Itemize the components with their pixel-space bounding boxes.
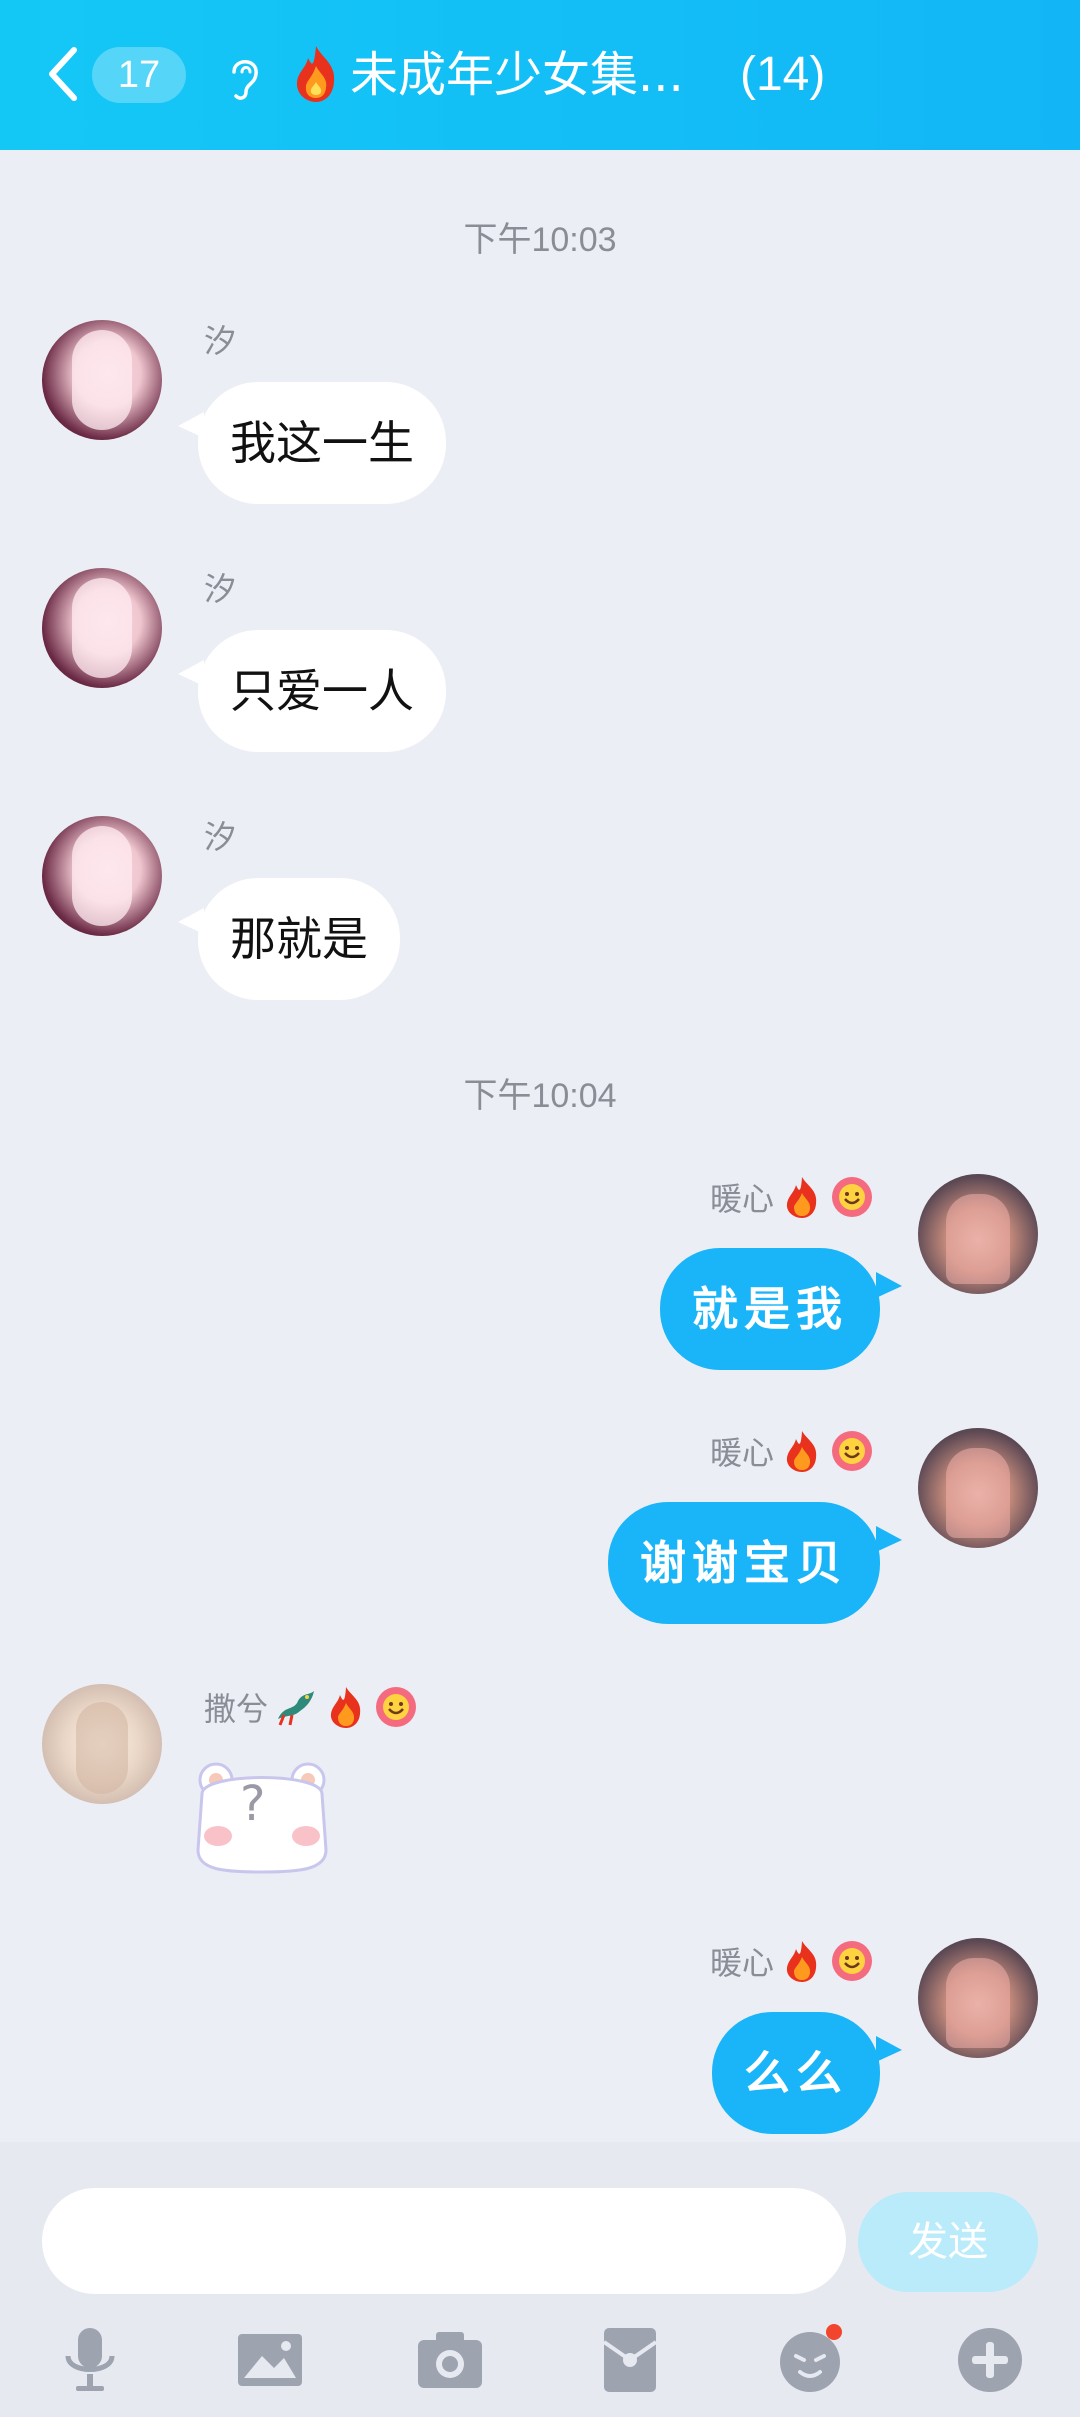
bubble-tail: [876, 2036, 902, 2062]
unread-count-badge[interactable]: 17: [92, 47, 186, 103]
sticker-text: ?: [240, 1776, 266, 1832]
sticker-message[interactable]: ?: [188, 1754, 336, 1876]
sender-name: 汐: [204, 818, 237, 856]
chat-message-list[interactable]: 下午10:03 汐 我这一生 汐 只爱一人 汐 那就是 下午10:04 暖心 就…: [0, 150, 1080, 2142]
chevron-left-icon[interactable]: [44, 44, 84, 104]
notification-dot: [826, 2324, 842, 2340]
message-bubble[interactable]: 那就是: [198, 878, 400, 1000]
sender-name: 暖心: [709, 1434, 774, 1472]
avatar[interactable]: [42, 1684, 162, 1804]
bubble-tail: [876, 1526, 902, 1552]
send-button[interactable]: 发送: [858, 2192, 1038, 2292]
fire-icon: [330, 1687, 361, 1728]
member-count: (14): [740, 48, 826, 101]
input-toolbar: [0, 2310, 1080, 2410]
sender-name-row: 暖心: [710, 1938, 874, 1984]
avatar[interactable]: [42, 568, 162, 688]
smile-flower-icon: [832, 1177, 872, 1217]
message-input[interactable]: [42, 2188, 846, 2294]
dragon-icon: [278, 1691, 315, 1726]
sender-name-row: 撒兮: [204, 1684, 418, 1730]
chat-header: 17 未成年少女集... (14): [0, 0, 1080, 150]
ear-icon[interactable]: [224, 52, 264, 102]
camera-icon[interactable]: [412, 2322, 488, 2398]
sender-name: 撒兮: [204, 1690, 269, 1728]
red-packet-icon[interactable]: [592, 2322, 668, 2398]
sender-name-row: 暖心: [710, 1174, 874, 1220]
message-bubble[interactable]: 只爱一人: [198, 630, 446, 752]
fire-icon: [786, 1177, 817, 1218]
message-bubble[interactable]: 么么: [712, 2012, 880, 2134]
plus-icon[interactable]: [952, 2322, 1028, 2398]
timestamp: 下午10:04: [463, 1077, 617, 1115]
input-area: 发送: [0, 2142, 1080, 2417]
sender-name: 汐: [204, 570, 237, 608]
sender-name: 暖心: [709, 1944, 774, 1982]
sender-name: 暖心: [709, 1180, 774, 1218]
smile-flower-icon: [376, 1687, 417, 1727]
avatar[interactable]: [918, 1428, 1038, 1548]
sender-name-row: 暖心: [710, 1428, 874, 1474]
fire-icon: [786, 1431, 817, 1472]
mic-icon[interactable]: [52, 2322, 128, 2398]
group-title[interactable]: 未成年少女集...: [350, 40, 684, 110]
sender-name: 汐: [204, 322, 237, 360]
message-bubble[interactable]: 谢谢宝贝: [608, 1502, 880, 1624]
smile-flower-icon: [832, 1431, 872, 1471]
smile-flower-icon: [832, 1941, 872, 1981]
fire-icon: [296, 46, 335, 102]
timestamp: 下午10:03: [463, 221, 617, 259]
emoji-icon[interactable]: [772, 2322, 848, 2398]
bubble-tail: [876, 1272, 902, 1298]
avatar[interactable]: [42, 320, 162, 440]
image-icon[interactable]: [232, 2322, 308, 2398]
message-bubble[interactable]: 就是我: [660, 1248, 880, 1370]
message-bubble[interactable]: 我这一生: [198, 382, 446, 504]
avatar[interactable]: [918, 1938, 1038, 2058]
avatar[interactable]: [42, 816, 162, 936]
avatar[interactable]: [918, 1174, 1038, 1294]
fire-icon: [786, 1941, 817, 1982]
